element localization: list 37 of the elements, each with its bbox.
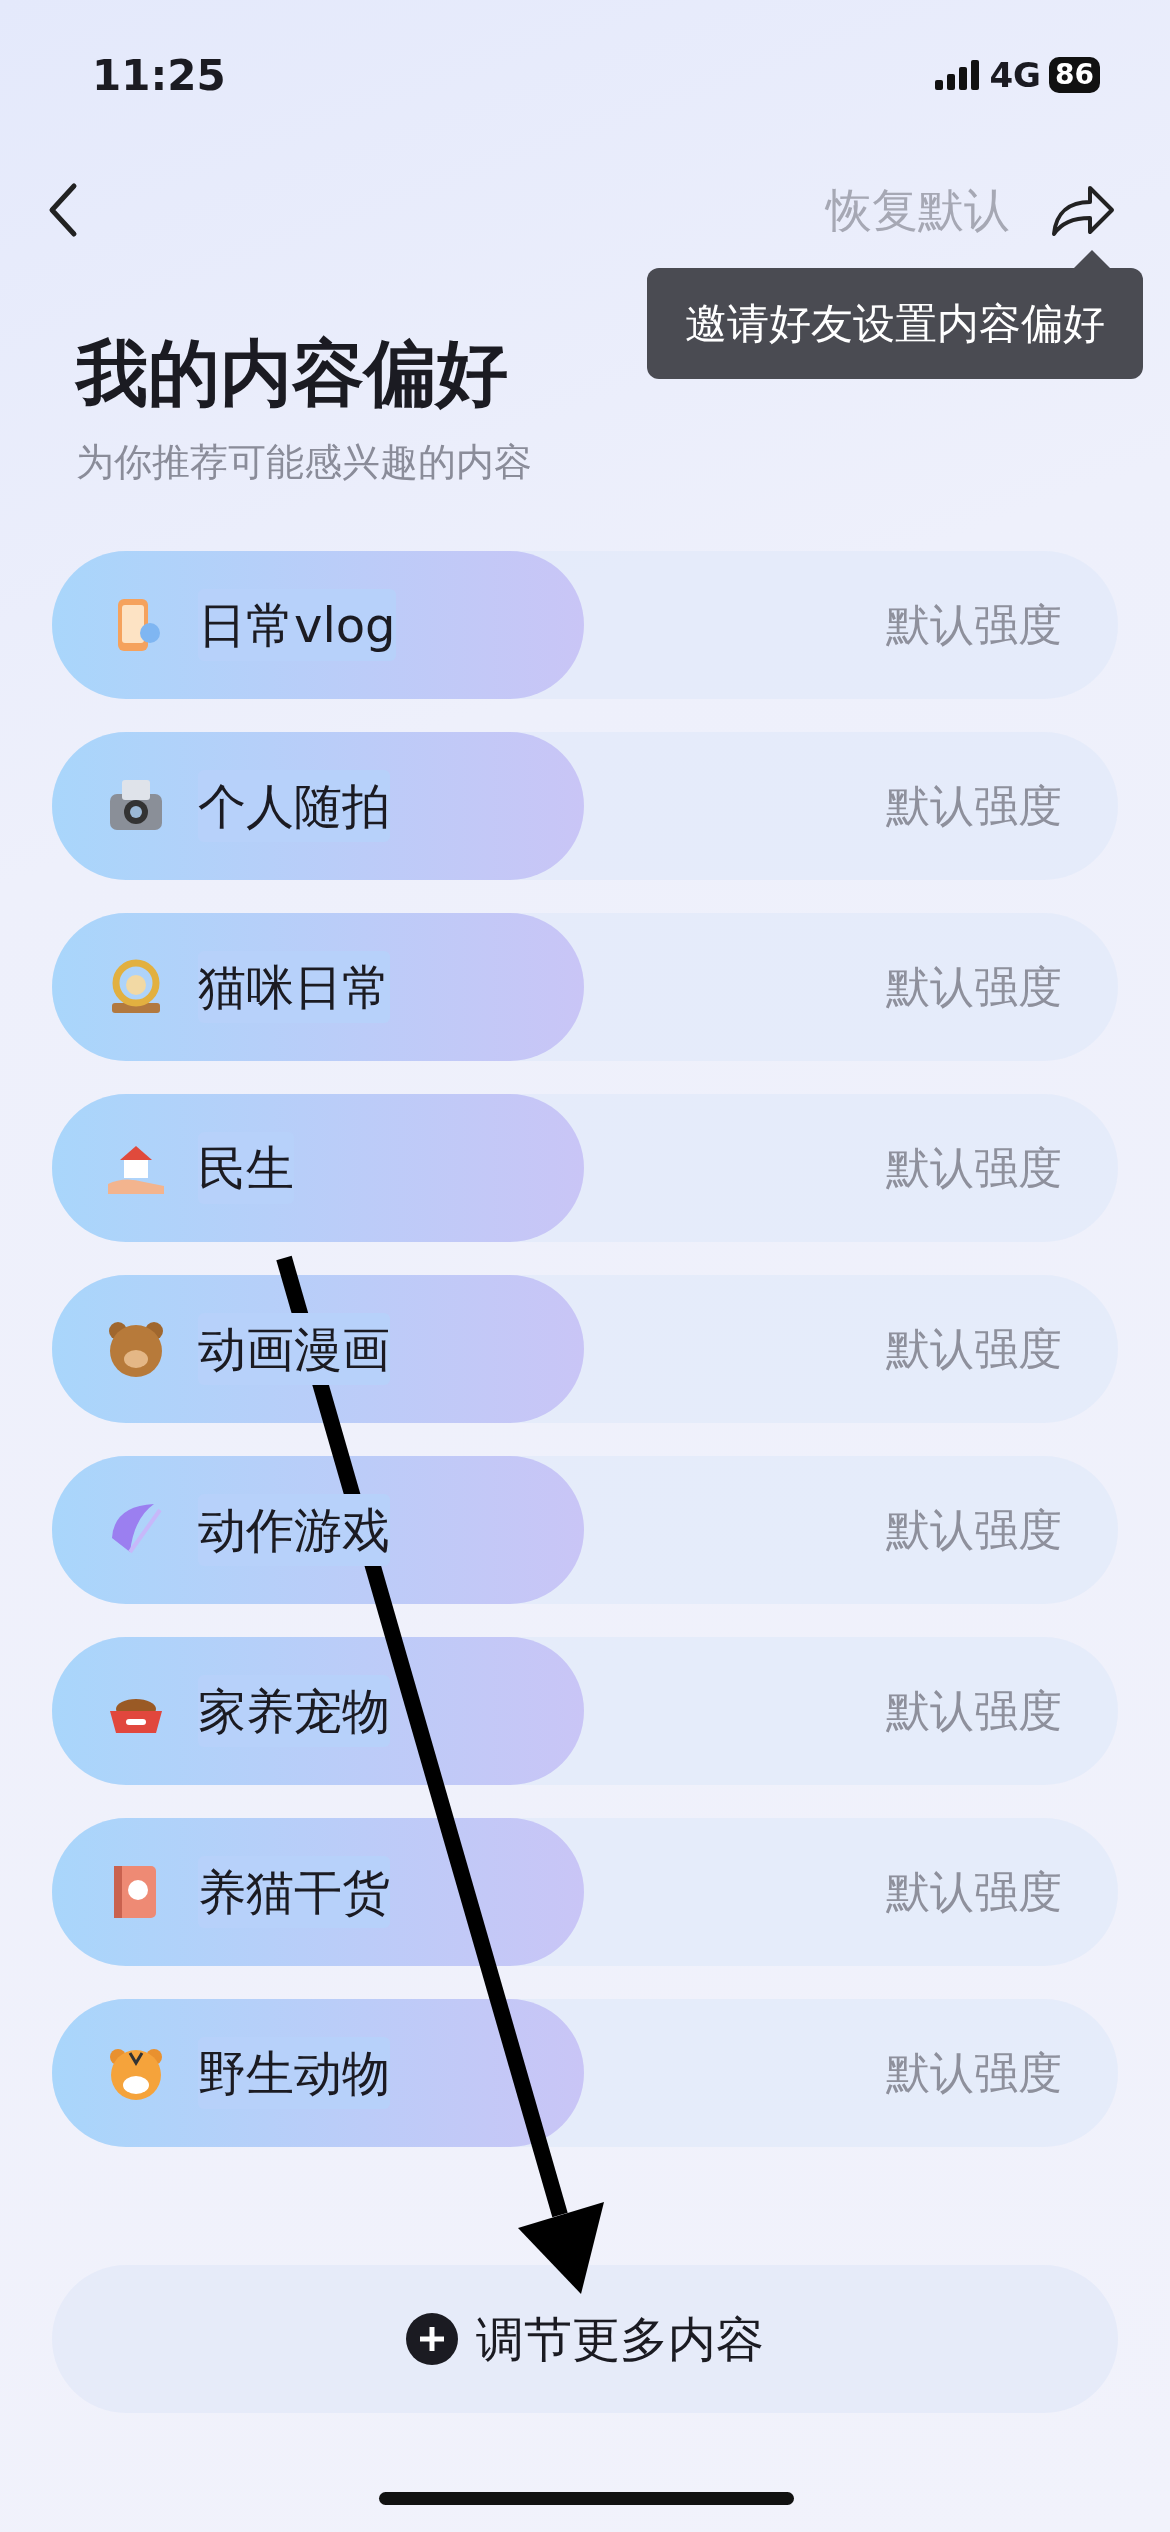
preference-row[interactable]: 猫咪日常 默认强度 xyxy=(52,913,1118,1062)
network-label: 4G xyxy=(989,53,1042,97)
preference-row[interactable]: 野生动物 默认强度 xyxy=(52,1999,1118,2148)
strength-label: 默认强度 xyxy=(886,1322,1062,1377)
category-label: 家养宠物 xyxy=(198,1675,390,1748)
category-label: 猫咪日常 xyxy=(198,951,390,1024)
category-label: 民生 xyxy=(198,1132,294,1205)
preference-row[interactable]: 家养宠物 默认强度 xyxy=(52,1637,1118,1786)
preference-row[interactable]: 动画漫画 默认强度 xyxy=(52,1275,1118,1424)
preference-row[interactable]: 动作游戏 默认强度 xyxy=(52,1456,1118,1605)
battery-level: 86 xyxy=(1049,57,1100,93)
strength-label: 默认强度 xyxy=(886,1684,1062,1739)
preference-row[interactable]: 个人随拍 默认强度 xyxy=(52,732,1118,881)
preference-row[interactable]: 民生 默认强度 xyxy=(52,1094,1118,1243)
category-label: 个人随拍 xyxy=(198,770,390,843)
page-subtitle: 为你推荐可能感兴趣的内容 xyxy=(76,439,533,487)
category-label: 野生动物 xyxy=(198,2037,390,2110)
strength-label: 默认强度 xyxy=(886,779,1062,834)
strength-label: 默认强度 xyxy=(886,1141,1062,1196)
status-time: 11:25 xyxy=(92,49,226,102)
strength-label: 默认强度 xyxy=(886,2046,1062,2101)
category-label: 养猫干货 xyxy=(198,1856,390,1929)
strength-label: 默认强度 xyxy=(886,598,1062,653)
strength-label: 默认强度 xyxy=(886,960,1062,1015)
category-label: 日常vlog xyxy=(198,589,396,662)
strength-label: 默认强度 xyxy=(886,1865,1062,1920)
category-label: 动画漫画 xyxy=(198,1313,390,1386)
plus-icon xyxy=(406,2313,458,2366)
strength-label: 默认强度 xyxy=(886,1503,1062,1558)
signal-icon xyxy=(935,60,982,90)
page-title: 我的内容偏好 xyxy=(76,330,509,417)
adjust-more-button[interactable]: 调节更多内容 xyxy=(52,2265,1118,2414)
preference-row[interactable]: 养猫干货 默认强度 xyxy=(52,1818,1118,1967)
category-label: 动作游戏 xyxy=(198,1494,390,1567)
preference-row[interactable]: 日常vlog 默认强度 xyxy=(52,551,1118,700)
tooltip: 邀请好友设置内容偏好 xyxy=(647,268,1143,379)
back-icon[interactable] xyxy=(48,182,78,238)
